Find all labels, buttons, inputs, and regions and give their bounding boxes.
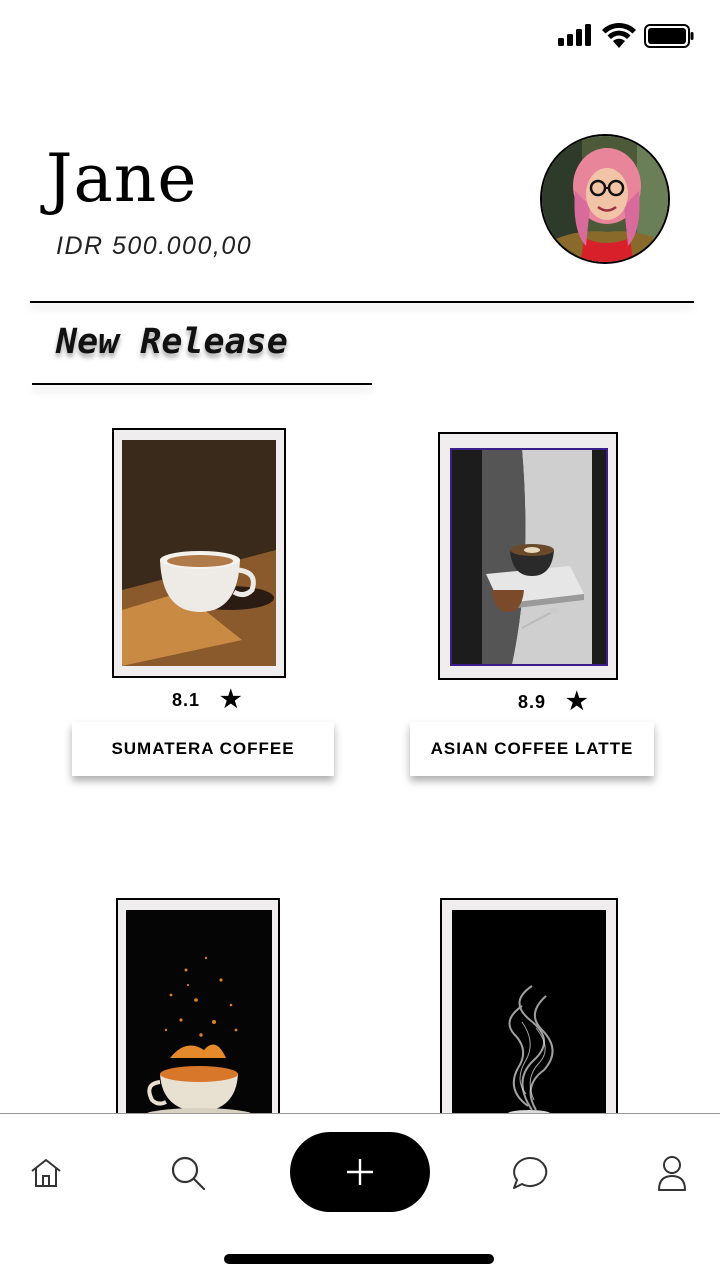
plus-icon <box>347 1159 373 1185</box>
profile-photo <box>542 136 668 262</box>
avatar[interactable] <box>540 134 670 264</box>
rating-value: 8.9 <box>518 691 547 712</box>
search-icon[interactable] <box>168 1153 208 1193</box>
user-name: Jane <box>46 140 198 217</box>
add-button[interactable] <box>290 1132 430 1212</box>
section-divider <box>32 383 372 385</box>
product-image-frame[interactable] <box>440 898 618 1138</box>
bottom-navigation <box>0 1113 720 1280</box>
status-bar <box>0 0 720 70</box>
home-icon[interactable] <box>26 1153 66 1193</box>
product-rating: 8.1 ★ <box>172 688 243 712</box>
account-balance: IDR 500.000,00 <box>56 232 253 260</box>
star-icon: ★ <box>220 686 243 713</box>
espresso-cup-on-wood-image <box>122 440 276 666</box>
product-image-frame[interactable] <box>438 432 618 680</box>
product-name-button[interactable]: SUMATERA COFFEE <box>72 722 334 776</box>
battery-full-icon <box>644 24 694 48</box>
product-image-frame[interactable] <box>116 898 280 1138</box>
rating-value: 8.1 <box>172 689 201 710</box>
wifi-icon <box>602 22 636 48</box>
latte-on-book-image <box>452 450 606 664</box>
coffee-splash-image <box>126 910 272 1130</box>
home-indicator <box>224 1254 494 1264</box>
product-rating: 8.9 ★ <box>518 690 589 714</box>
product-image-frame[interactable] <box>112 428 286 678</box>
coffee-steam-image <box>452 910 606 1130</box>
star-icon: ★ <box>566 688 589 715</box>
header-divider <box>30 301 694 303</box>
user-icon[interactable] <box>652 1153 692 1193</box>
section-title: New Release <box>56 322 288 362</box>
chat-icon[interactable] <box>510 1153 550 1193</box>
cellular-signal-icon <box>558 24 591 46</box>
product-name-button[interactable]: ASIAN COFFEE LATTE <box>410 722 654 776</box>
